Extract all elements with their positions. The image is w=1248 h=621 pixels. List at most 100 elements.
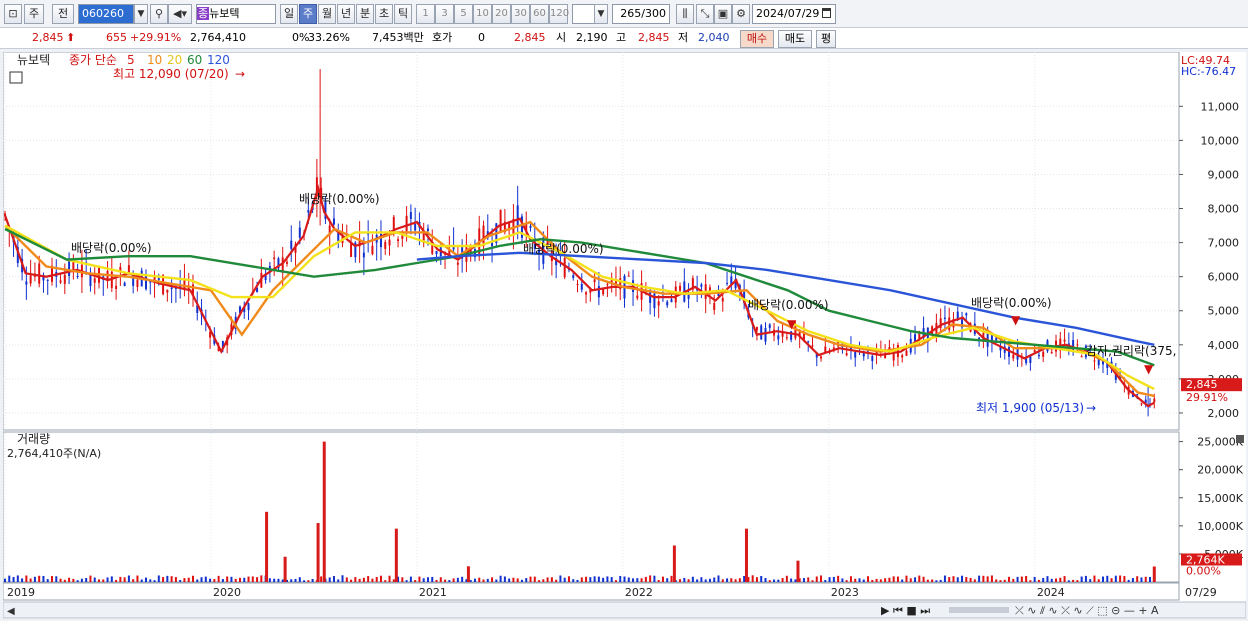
candle-body	[435, 250, 438, 255]
tab-minute-10[interactable]: 10	[473, 4, 492, 24]
volume-bar	[322, 441, 326, 582]
volume-bar	[452, 578, 455, 582]
candle-body	[845, 353, 848, 356]
volume-bar	[990, 575, 993, 582]
tab-minute-1[interactable]: 1	[416, 4, 435, 24]
tab-minute-20[interactable]: 20	[492, 4, 511, 24]
x-tick-label: 2023	[831, 586, 859, 599]
candle-body	[392, 216, 395, 230]
volume-bar	[200, 577, 203, 582]
volume-bar	[794, 579, 797, 582]
volume-bar	[700, 577, 703, 582]
eval-button[interactable]: 평	[816, 30, 836, 48]
candle-body	[166, 289, 169, 293]
volume-bar	[555, 579, 558, 582]
volume-bar	[486, 578, 489, 582]
vol-y-tick-label: 10,000K	[1197, 520, 1243, 533]
draw-icon[interactable]: ⤡	[696, 4, 714, 24]
volume-bar	[1067, 580, 1070, 582]
volume-bar	[1037, 579, 1040, 582]
volume-bar	[345, 577, 348, 582]
volume-bar	[610, 577, 613, 582]
volume-bar	[1008, 576, 1011, 582]
search-icon[interactable]: ⚲	[150, 4, 168, 24]
volume-title: 거래량	[17, 432, 50, 446]
tab-period-0[interactable]: 일	[280, 4, 298, 24]
stock-name: 뉴보텍	[209, 7, 240, 20]
amount: 7,453백만	[372, 31, 424, 44]
tab-period-1[interactable]: 주	[299, 4, 317, 24]
tab-prev[interactable]: 전	[52, 4, 74, 24]
calendar-icon[interactable]	[822, 8, 831, 18]
tab-minute-120[interactable]: 120	[549, 4, 569, 24]
volume-bar	[683, 577, 686, 582]
volume-bar	[717, 575, 720, 582]
volume-bar	[1012, 578, 1015, 582]
volume-bar	[50, 576, 53, 582]
volume-bar	[854, 578, 857, 582]
tab-period-4[interactable]: 분	[356, 4, 374, 24]
stock-name-field[interactable]: 종뉴보텍	[196, 4, 276, 24]
volume-bar	[1046, 576, 1049, 582]
volume-bar	[217, 575, 220, 582]
volume-bar	[691, 576, 694, 582]
candle-body	[456, 262, 459, 265]
volume-bar	[713, 577, 716, 582]
tab-period-2[interactable]: 월	[318, 4, 336, 24]
tab-period-3[interactable]: 년	[337, 4, 355, 24]
volume-bar	[965, 577, 968, 582]
volume-bar	[879, 579, 882, 582]
volume-bar	[132, 579, 135, 582]
volume-bar	[999, 580, 1002, 582]
volume-bar	[21, 578, 24, 582]
chevron-down-icon[interactable]: ▼	[594, 4, 608, 24]
tab-minute-3[interactable]: 3	[435, 4, 454, 24]
volume-bar	[418, 576, 421, 582]
tab-minute-5[interactable]: 5	[454, 4, 473, 24]
volume-bar	[72, 578, 75, 582]
candle-icon[interactable]: ⫼	[676, 4, 694, 24]
tab-period-6[interactable]: 틱	[394, 4, 412, 24]
chevron-down-icon[interactable]: ▼	[134, 4, 148, 24]
volume-bar	[93, 577, 96, 582]
buy-button[interactable]: 매수	[740, 30, 774, 48]
count-field[interactable]: 265/300	[612, 4, 670, 24]
volume-bar	[726, 578, 729, 582]
scroll-controls: ▶ ⏮ ■ ⏭	[881, 604, 930, 617]
y-tick-label: 10,000	[1201, 134, 1240, 147]
volume-bar	[140, 579, 143, 582]
volume-bar	[640, 578, 643, 582]
volume-bar	[119, 576, 122, 582]
stock-chart[interactable]: 2,0003,0004,0005,0006,0007,0008,0009,000…	[3, 52, 1246, 619]
gear-icon[interactable]: ⚙	[732, 4, 750, 24]
candle-body	[93, 278, 96, 283]
save-icon[interactable]: ▣	[714, 4, 732, 24]
sell-button[interactable]: 매도	[778, 30, 812, 48]
candle-body	[414, 223, 417, 231]
speaker-icon[interactable]: ◀▾	[168, 4, 192, 24]
low-label: 저	[678, 31, 689, 44]
tab-period-5[interactable]: 초	[375, 4, 393, 24]
code-input[interactable]: 060260	[78, 4, 134, 24]
volume-bar	[337, 579, 340, 582]
volume-bar	[576, 579, 579, 582]
window-icon[interactable]: ⊡	[4, 4, 22, 24]
volume-bar	[127, 575, 130, 582]
candle-body	[1093, 360, 1096, 362]
volume-bar	[303, 580, 306, 582]
volume-bar	[371, 578, 374, 582]
tab-minute-60[interactable]: 60	[530, 4, 549, 24]
volume-bar	[439, 577, 442, 582]
volume-bar	[187, 577, 190, 582]
volume-bar	[290, 579, 293, 582]
candle-body	[499, 209, 502, 232]
candle-body	[273, 257, 276, 260]
volume-bar	[961, 575, 964, 582]
volume-bar	[982, 575, 985, 582]
ma-legend-120: 120	[207, 53, 230, 67]
volume-bar	[1123, 576, 1126, 582]
tab-minute-30[interactable]: 30	[511, 4, 530, 24]
volume-bar	[157, 575, 160, 582]
volume-bar	[149, 579, 152, 582]
tab-stock[interactable]: 주	[24, 4, 44, 24]
